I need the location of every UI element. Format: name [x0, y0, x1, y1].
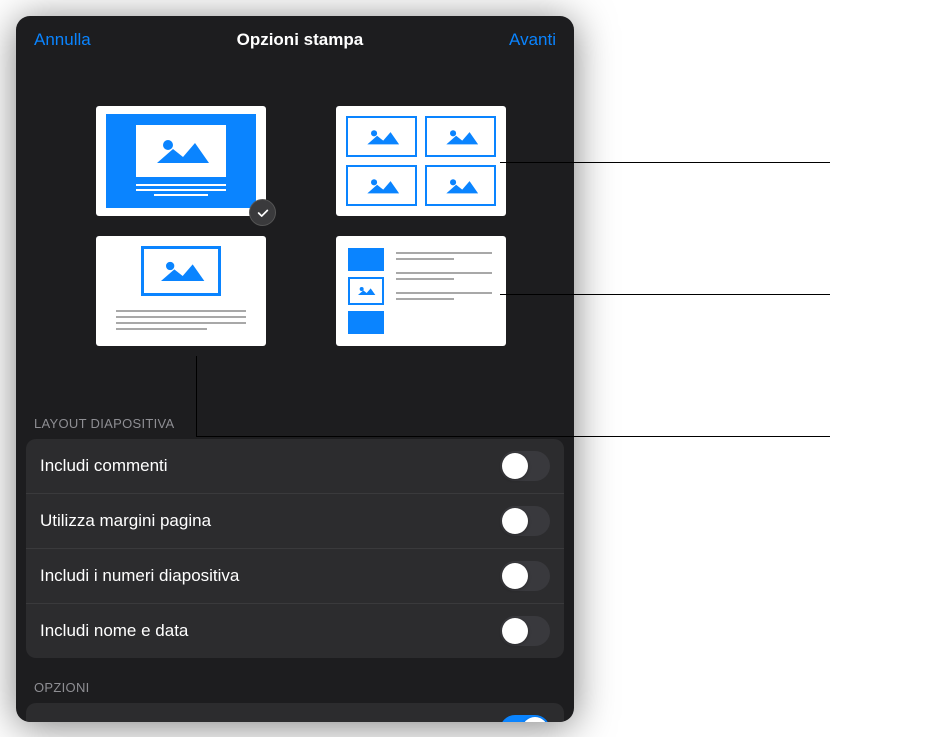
row-label: Includi i numeri diapositiva: [40, 566, 239, 586]
toggle-include-slide-numbers[interactable]: [500, 561, 550, 591]
callout-line: [196, 356, 197, 436]
cancel-button[interactable]: Annulla: [34, 30, 91, 50]
layout-option-grid[interactable]: [336, 106, 506, 216]
row-label: Includi nome e data: [40, 621, 188, 641]
row-label: Includi commenti: [40, 456, 168, 476]
section-label-options: OPZIONI: [16, 658, 574, 703]
layout-settings-list: Includi commenti Utilizza margini pagina…: [26, 439, 564, 658]
callout-line: [500, 162, 830, 163]
toggle-use-page-margins[interactable]: [500, 506, 550, 536]
options-list: Stampa sfondi: [26, 703, 564, 722]
row-include-comments: Includi commenti: [26, 439, 564, 494]
row-label: Utilizza margini pagina: [40, 511, 211, 531]
toggle-include-name-date[interactable]: [500, 616, 550, 646]
row-include-slide-numbers: Includi i numeri diapositiva: [26, 549, 564, 604]
layout-option-slide-notes[interactable]: [96, 236, 266, 346]
row-include-name-date: Includi nome e data: [26, 604, 564, 658]
callout-line: [196, 436, 830, 437]
row-use-page-margins: Utilizza margini pagina: [26, 494, 564, 549]
layout-option-single-slide[interactable]: [96, 106, 266, 216]
layout-option-outline[interactable]: [336, 236, 506, 346]
row-label: Stampa sfondi: [40, 720, 149, 722]
print-options-panel: Annulla Opzioni stampa Avanti: [16, 16, 574, 722]
layout-grid: [16, 66, 574, 366]
row-print-backgrounds: Stampa sfondi: [26, 703, 564, 722]
callout-line: [500, 294, 830, 295]
panel-title: Opzioni stampa: [237, 30, 364, 50]
section-label-layout: LAYOUT DIAPOSITIVA: [16, 366, 574, 439]
checkmark-icon: [249, 199, 276, 226]
next-button[interactable]: Avanti: [509, 30, 556, 50]
toggle-print-backgrounds[interactable]: [500, 715, 550, 722]
panel-header: Annulla Opzioni stampa Avanti: [16, 16, 574, 66]
toggle-include-comments[interactable]: [500, 451, 550, 481]
